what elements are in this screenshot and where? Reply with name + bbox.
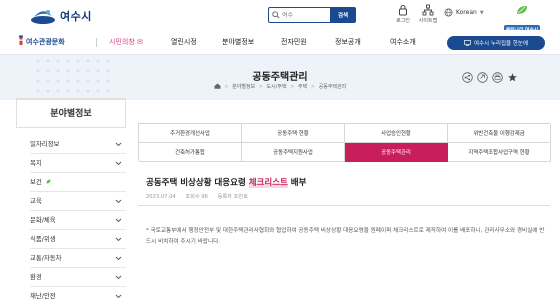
nav-item-info-disclosure[interactable]: 정보공개 (335, 30, 361, 55)
clean-yeosu-badge[interactable]: 클린나라 여수시 (494, 4, 550, 34)
tab-apartment-support[interactable]: 공동주택지원사업 (242, 143, 345, 162)
nav-label: 여수관광문화 (26, 38, 65, 46)
leaf-icon (517, 6, 527, 14)
login-label: 로그인 (396, 18, 410, 24)
breadcrumb-item[interactable]: 공동주택관리 (319, 84, 347, 90)
sidebar-menu: 일자리정보 복지 보건 교육 문화/체육 식품/위생 교통/자동차 환경 재난/… (30, 135, 126, 305)
monitor-icon (464, 40, 471, 46)
chevron-down-icon (115, 161, 122, 166)
chevron-down-icon (115, 256, 122, 261)
language-selector[interactable]: Korean ▼ (444, 8, 484, 17)
sidebar-title: 분야별정보 (16, 98, 126, 128)
sidebar-item-label: 교통/자동차 (30, 254, 62, 262)
search-input[interactable] (282, 9, 328, 21)
sidebar-item-health[interactable]: 보건 (30, 173, 126, 192)
sidebar-item-education[interactable]: 교육 (30, 192, 126, 211)
article-body: * 국토교통부에서 행정안전부 및 대한주택관리사협회와 협업하여 공동주택 비… (146, 228, 545, 245)
tab-violation-penalty[interactable]: 위반건축물 이행강제금 (448, 124, 551, 143)
sub-tab-grid: 주거환경개선사업 공동주택 현황 사업승인현황 위반건축물 이행강제금 건축허가… (138, 123, 551, 162)
sidebar-item-label: 문화/체육 (30, 216, 56, 224)
chevron-down-icon (115, 199, 122, 204)
breadcrumb-separator: > (258, 84, 263, 90)
nav-item-tour[interactable]: 여수관광문화 (18, 30, 65, 55)
sidebar-item-food-hygiene[interactable]: 식품/위생 (30, 230, 126, 249)
site-logo[interactable]: 여수시 (30, 5, 110, 27)
link-icon[interactable] (477, 72, 488, 83)
article-author: 등록자 조민호 (217, 194, 248, 200)
sidebar-item-disaster-safety[interactable]: 재난/안전 (30, 287, 126, 305)
breadcrumb-separator: > (290, 84, 295, 90)
tab-apartment-status[interactable]: 공동주택 현황 (242, 124, 345, 143)
leaf-icon (46, 179, 51, 184)
sidebar-item-label: 복지 (30, 159, 42, 167)
sidebar-item-label: 재난/안전 (30, 292, 56, 300)
article-title-post: 배부 (287, 178, 307, 188)
breadcrumb-separator: > (310, 84, 316, 90)
tab-project-approval[interactable]: 사업승인현황 (345, 124, 448, 143)
breadcrumb: > 분야별정보 > 도시/주택 > 주택 > 공동주택관리 (0, 83, 560, 90)
search-icon (272, 11, 280, 19)
chevron-down-icon (115, 237, 122, 242)
star-icon[interactable] (507, 72, 518, 83)
search-button[interactable]: 검색 (330, 7, 356, 23)
lighthouse-icon (19, 35, 23, 45)
sidebar-item-label: 일자리정보 (30, 140, 60, 148)
page-tools (462, 72, 522, 83)
breadcrumb-separator: > (224, 84, 229, 90)
chevron-down-icon (115, 294, 122, 299)
nav-item-about-yeosu[interactable]: 여수소개 (390, 30, 416, 55)
home-icon[interactable] (214, 83, 221, 89)
share-icon[interactable] (462, 72, 473, 83)
sitemap-button[interactable]: 사이트맵 (415, 4, 441, 28)
breadcrumb-item[interactable]: 도시/주택 (267, 84, 287, 90)
tab-building-permit[interactable]: 건축허가통합 (139, 143, 242, 162)
breadcrumb-item[interactable]: 주택 (298, 84, 307, 90)
tab-housing-association[interactable]: 지역주택조합사업구역 현황 (448, 143, 551, 162)
nav-divider (96, 38, 97, 47)
sidebar-item-label: 보건 (30, 178, 42, 186)
login-button[interactable]: 로그인 (390, 4, 416, 28)
cta-label: 여수시 누리집을 한눈에 (473, 41, 529, 47)
article-meta: 2023.07.04 조회수 96 등록자 조민호 (146, 193, 256, 200)
nav-item-field-info[interactable]: 분야별정보 (222, 30, 254, 55)
tab-apartment-management[interactable]: 공동주택관리 (345, 143, 448, 162)
sitemap-label: 사이트맵 (418, 18, 438, 24)
language-label: Korean (456, 9, 477, 16)
main-nav: 여수관광문화 시민의창 ✉ 열린시정 분야별정보 전자민원 정보공개 여수소개 … (0, 30, 560, 55)
article-date: 2023.07.04 (146, 194, 176, 200)
nav-item-open-admin[interactable]: 열린시정 (171, 30, 197, 55)
logo-text: 여수시 (60, 10, 92, 23)
article-divider (138, 205, 550, 206)
nav-item-citizen[interactable]: 시민의창 ✉ (109, 30, 143, 55)
globe-icon (444, 8, 453, 17)
sidebar-item-jobs[interactable]: 일자리정보 (30, 135, 126, 154)
article-title-highlight: 체크리스트 (248, 178, 288, 188)
sidebar-item-traffic[interactable]: 교통/자동차 (30, 249, 126, 268)
yeosu-logo-icon (31, 10, 55, 24)
article-title-pre: 공동주택 비상상황 대응요령 (146, 178, 249, 188)
sidebar-item-welfare[interactable]: 복지 (30, 154, 126, 173)
top-header: 여수시 검색 로그인 사이트맵 Korean ▼ (0, 0, 560, 34)
lock-icon (399, 5, 407, 16)
search-box (268, 7, 330, 23)
chevron-down-icon (115, 142, 122, 147)
print-icon[interactable] (492, 72, 503, 83)
sidebar-item-label: 교육 (30, 197, 42, 205)
chevron-down-icon (115, 275, 122, 280)
chevron-down-icon (115, 218, 122, 223)
sidebar-item-label: 식품/위생 (30, 235, 56, 243)
article-views: 조회수 96 (185, 194, 208, 200)
sitemap-icon (422, 4, 434, 16)
breadcrumb-item[interactable]: 분야별정보 (232, 84, 255, 90)
sidebar-item-label: 환경 (30, 273, 42, 281)
chevron-down-icon: ▼ (479, 9, 484, 16)
tab-housing-improvement[interactable]: 주거환경개선사업 (139, 124, 242, 143)
sidebar-item-culture-sports[interactable]: 문화/체육 (30, 211, 126, 230)
sitemap-overview-button[interactable]: 여수시 누리집을 한눈에 (447, 36, 545, 50)
nav-item-e-civil[interactable]: 전자민원 (281, 30, 307, 55)
article-title: 공동주택 비상상황 대응요령 체크리스트 배부 (146, 176, 306, 188)
sidebar-item-environment[interactable]: 환경 (30, 268, 126, 287)
